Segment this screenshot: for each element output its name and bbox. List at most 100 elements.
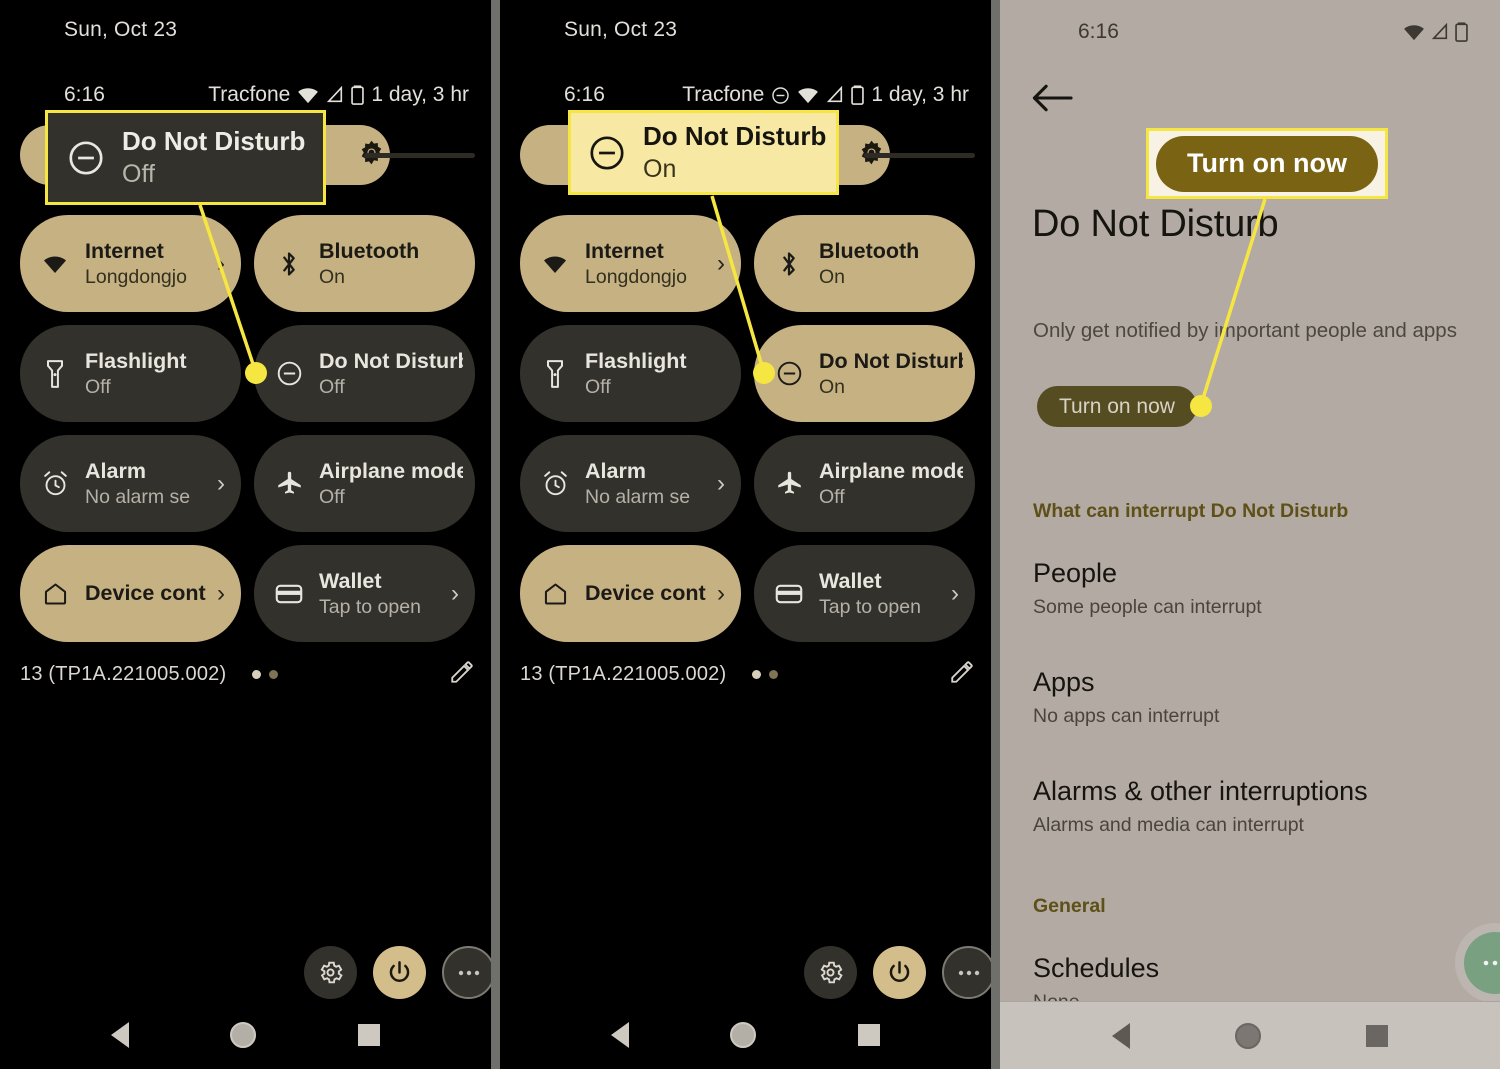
status-carrier: Tracfone: [208, 83, 291, 106]
chevron-right-icon[interactable]: ›: [951, 581, 959, 606]
brightness-slider-row[interactable]: [520, 125, 975, 185]
qs-tile-label: Wallet: [319, 568, 382, 593]
bluetooth-icon: [774, 250, 804, 278]
qs-tile-bluetooth[interactable]: Bluetooth On: [254, 215, 475, 312]
qs-tile-internet[interactable]: Internet Longdongjo ›: [20, 215, 241, 312]
page-dot-1[interactable]: [752, 669, 762, 679]
qs-tile-flashlight[interactable]: Flashlight Off: [20, 325, 241, 422]
home-button[interactable]: [730, 1022, 757, 1048]
qs-tile-sublabel: Off: [585, 375, 611, 398]
settings-gear-icon[interactable]: [304, 946, 357, 999]
wifi-icon: [540, 254, 570, 274]
overflow-fab-icon[interactable]: [1464, 932, 1500, 994]
power-icon[interactable]: [873, 946, 926, 999]
qs-tile-airplane-mode[interactable]: Airplane mode Off: [254, 435, 475, 532]
qs-tile-text: Airplane mode Off: [319, 458, 463, 509]
home-button[interactable]: [230, 1022, 257, 1048]
qs-tile-wallet[interactable]: Wallet Tap to open ›: [754, 545, 975, 642]
panel-divider-1: [491, 0, 500, 1069]
power-icon[interactable]: [373, 946, 426, 999]
qs-tile-text: Internet Longdongjo: [585, 238, 687, 289]
recents-button[interactable]: [858, 1024, 881, 1046]
chevron-right-icon[interactable]: ›: [217, 251, 225, 276]
section-header-general: General: [1033, 895, 1106, 917]
page-dots[interactable]: [252, 669, 279, 679]
brightness-slider-track[interactable]: [364, 152, 475, 158]
qs-tile-wallet[interactable]: Wallet Tap to open ›: [254, 545, 475, 642]
brightness-slider-fill[interactable]: [20, 125, 390, 185]
status-time: 6:16: [64, 83, 105, 106]
qs-tile-airplane-mode[interactable]: Airplane mode Off: [754, 435, 975, 532]
recents-button[interactable]: [1365, 1024, 1388, 1047]
wifi-icon: [298, 88, 319, 104]
overflow-icon[interactable]: [442, 946, 491, 999]
recents-button[interactable]: [358, 1024, 381, 1046]
wallet-icon: [774, 583, 804, 605]
qs-tile-do-not-disturb[interactable]: Do Not Disturb Off: [254, 325, 475, 422]
qs-tile-label: Flashlight: [585, 348, 687, 373]
qs-tile-alarm[interactable]: Alarm No alarm se ›: [520, 435, 741, 532]
battery-icon: [851, 85, 865, 105]
chevron-right-icon[interactable]: ›: [451, 581, 459, 606]
build-number: 13 (TP1A.221005.002): [20, 662, 227, 685]
list-item-apps[interactable]: Apps No apps can interrupt: [1033, 667, 1219, 728]
chevron-right-icon[interactable]: ›: [217, 471, 225, 496]
alarm-icon: [40, 470, 70, 497]
qs-tile-bluetooth[interactable]: Bluetooth On: [754, 215, 975, 312]
list-item-alarms[interactable]: Alarms & other interruptions Alarms and …: [1033, 776, 1368, 837]
brightness-slider-row[interactable]: [20, 125, 475, 185]
battery-icon: [351, 85, 365, 105]
qs-tile-label: Airplane mode: [319, 458, 463, 483]
page-dot-2[interactable]: [269, 669, 279, 679]
chevron-right-icon[interactable]: ›: [717, 471, 725, 496]
qs-tile-grid: Internet Longdongjo › Bluetooth On Flashlight…: [520, 215, 975, 642]
qs-tile-do-not-disturb[interactable]: Do Not Disturb On: [754, 325, 975, 422]
back-button[interactable]: [1112, 1022, 1131, 1049]
back-arrow-icon[interactable]: [1030, 78, 1076, 120]
status-time: 6:16: [564, 83, 605, 106]
brightness-slider-fill[interactable]: [520, 125, 890, 185]
back-button[interactable]: [610, 1022, 629, 1048]
qs-tile-alarm[interactable]: Alarm No alarm se ›: [20, 435, 241, 532]
dnd-icon: [274, 360, 304, 387]
settings-gear-icon[interactable]: [804, 946, 857, 999]
overflow-icon[interactable]: [942, 946, 991, 999]
home-icon: [40, 580, 70, 607]
qs-tile-text: Internet Longdongjo: [85, 238, 187, 289]
turn-on-now-button[interactable]: Turn on now: [1037, 386, 1197, 427]
qs-tile-text: Alarm No alarm se: [85, 458, 190, 509]
list-item-title: People: [1033, 558, 1118, 588]
back-button[interactable]: [110, 1022, 129, 1048]
qs-tile-device-cont[interactable]: Device cont ›: [520, 545, 741, 642]
qs-tile-label: Device cont: [585, 581, 706, 606]
list-item-people[interactable]: People Some people can interrupt: [1033, 558, 1262, 619]
page-dot-1[interactable]: [252, 669, 262, 679]
qs-tile-sublabel: No alarm se: [585, 485, 691, 508]
qs-tile-internet[interactable]: Internet Longdongjo ›: [520, 215, 741, 312]
chevron-right-icon[interactable]: ›: [217, 581, 225, 606]
qs-tile-text: Device cont: [85, 580, 206, 607]
qs-tile-sublabel: Off: [819, 485, 845, 508]
qs-tile-label: Wallet: [819, 568, 882, 593]
qs-footer: 13 (TP1A.221005.002): [20, 657, 475, 691]
qs-tile-sublabel: Tap to open: [319, 595, 421, 618]
chevron-right-icon[interactable]: ›: [717, 581, 725, 606]
qs-tile-label: Flashlight: [85, 348, 187, 373]
status-carrier: Tracfone: [682, 83, 765, 106]
qs-date: Sun, Oct 23: [64, 18, 178, 41]
wifi-icon: [1404, 25, 1424, 41]
qs-tile-sublabel: On: [819, 265, 846, 288]
signal-icon: [1431, 23, 1448, 40]
chevron-right-icon[interactable]: ›: [717, 251, 725, 276]
edit-pencil-icon[interactable]: [949, 659, 975, 690]
page-dot-2[interactable]: [769, 669, 779, 679]
qs-tile-device-cont[interactable]: Device cont ›: [20, 545, 241, 642]
edit-pencil-icon[interactable]: [449, 659, 475, 690]
qs-tile-flashlight[interactable]: Flashlight Off: [520, 325, 741, 422]
wifi-icon: [798, 88, 819, 104]
home-button[interactable]: [1234, 1022, 1261, 1049]
page-dots[interactable]: [752, 669, 779, 679]
list-item-subtitle: No apps can interrupt: [1033, 705, 1220, 727]
status-battery-text: 1 day, 3 hr: [871, 83, 969, 106]
brightness-slider-track[interactable]: [864, 152, 975, 158]
